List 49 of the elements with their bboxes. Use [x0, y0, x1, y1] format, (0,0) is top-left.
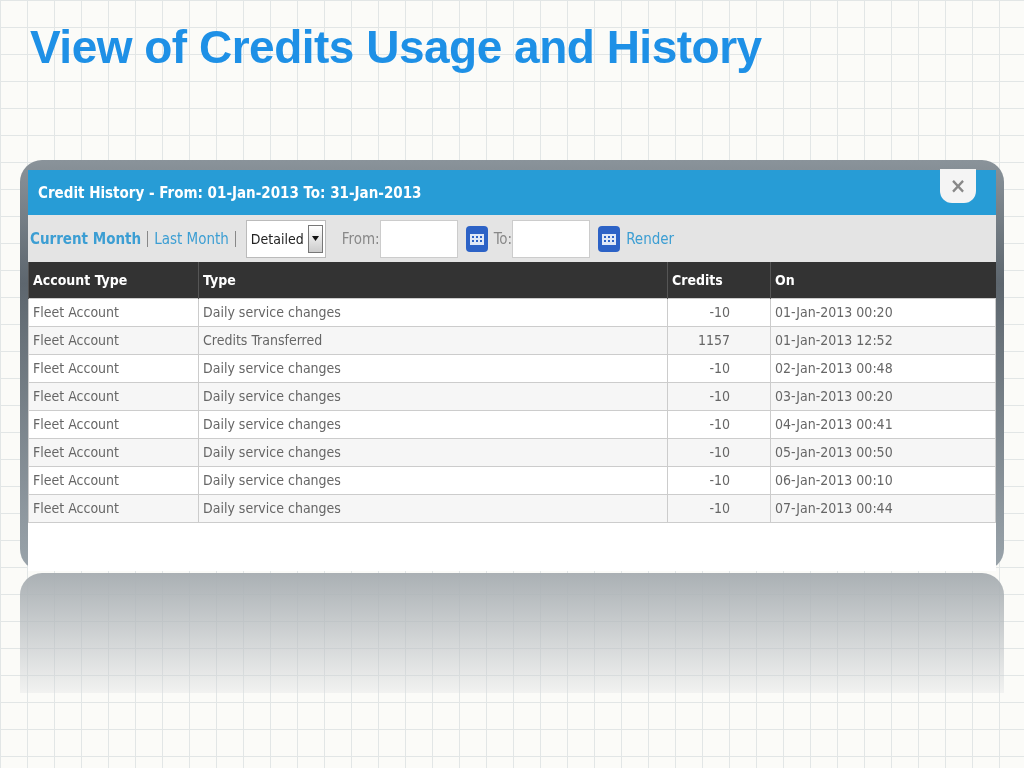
table-cell: -10 — [667, 354, 771, 382]
table-cell: Fleet Account — [28, 410, 199, 438]
to-date-field[interactable] — [512, 219, 591, 258]
column-header: Credits — [667, 262, 771, 298]
table-cell: -10 — [667, 466, 771, 494]
table-cell: 1157 — [667, 326, 771, 354]
table-cell: -10 — [667, 298, 771, 326]
from-date-field[interactable] — [379, 219, 458, 258]
table-cell: Daily service changes — [198, 410, 668, 438]
table-cell: Fleet Account — [28, 354, 199, 382]
table-cell: 02-Jan-2013 00:48 — [770, 354, 996, 382]
calendar-icon[interactable] — [465, 225, 488, 252]
table-cell: Daily service changes — [198, 466, 668, 494]
table-cell: Daily service changes — [198, 438, 668, 466]
table-cell: 03-Jan-2013 00:20 — [770, 382, 996, 410]
from-label: From: — [341, 229, 380, 248]
table-cell: 01-Jan-2013 12:52 — [770, 326, 996, 354]
calendar-icon[interactable] — [598, 225, 621, 252]
table-cell: Fleet Account — [28, 326, 199, 354]
to-label: To: — [493, 229, 513, 248]
close-button[interactable]: × — [940, 168, 976, 203]
table-cell: Daily service changes — [198, 494, 668, 522]
table-cell: Fleet Account — [28, 438, 199, 466]
column-header: Type — [198, 262, 668, 298]
column-header: On — [770, 262, 996, 298]
table-cell: Fleet Account — [28, 494, 199, 522]
table-cell: 04-Jan-2013 00:41 — [770, 410, 996, 438]
table-cell: Daily service changes — [198, 354, 668, 382]
table-cell: Fleet Account — [28, 298, 199, 326]
table-cell: 05-Jan-2013 00:50 — [770, 438, 996, 466]
table-cell: 01-Jan-2013 00:20 — [770, 298, 996, 326]
view-dropdown[interactable]: Detailed — [245, 219, 326, 258]
table-cell: -10 — [667, 438, 771, 466]
table-cell: 07-Jan-2013 00:44 — [770, 494, 996, 522]
table-cell: Daily service changes — [198, 298, 668, 326]
column-header: Account Type — [28, 262, 199, 298]
table-cell: -10 — [667, 494, 771, 522]
period-link[interactable]: Current Month — [30, 229, 142, 248]
table-cell: Fleet Account — [28, 382, 199, 410]
table-cell: -10 — [667, 382, 771, 410]
period-link[interactable]: Last Month — [154, 229, 229, 248]
table-cell: Daily service changes — [198, 382, 668, 410]
table-cell: Credits Transferred — [198, 326, 668, 354]
dialog-title: Credit History - From: 01-Jan-2013 To: 31-Jan-2013 — [38, 183, 422, 202]
table-cell: Fleet Account — [28, 466, 199, 494]
slide-title: View of Credits Usage and History — [30, 20, 763, 75]
table-cell: 06-Jan-2013 00:10 — [770, 466, 996, 494]
render-link[interactable]: Render — [626, 229, 675, 248]
table-cell: -10 — [667, 410, 771, 438]
